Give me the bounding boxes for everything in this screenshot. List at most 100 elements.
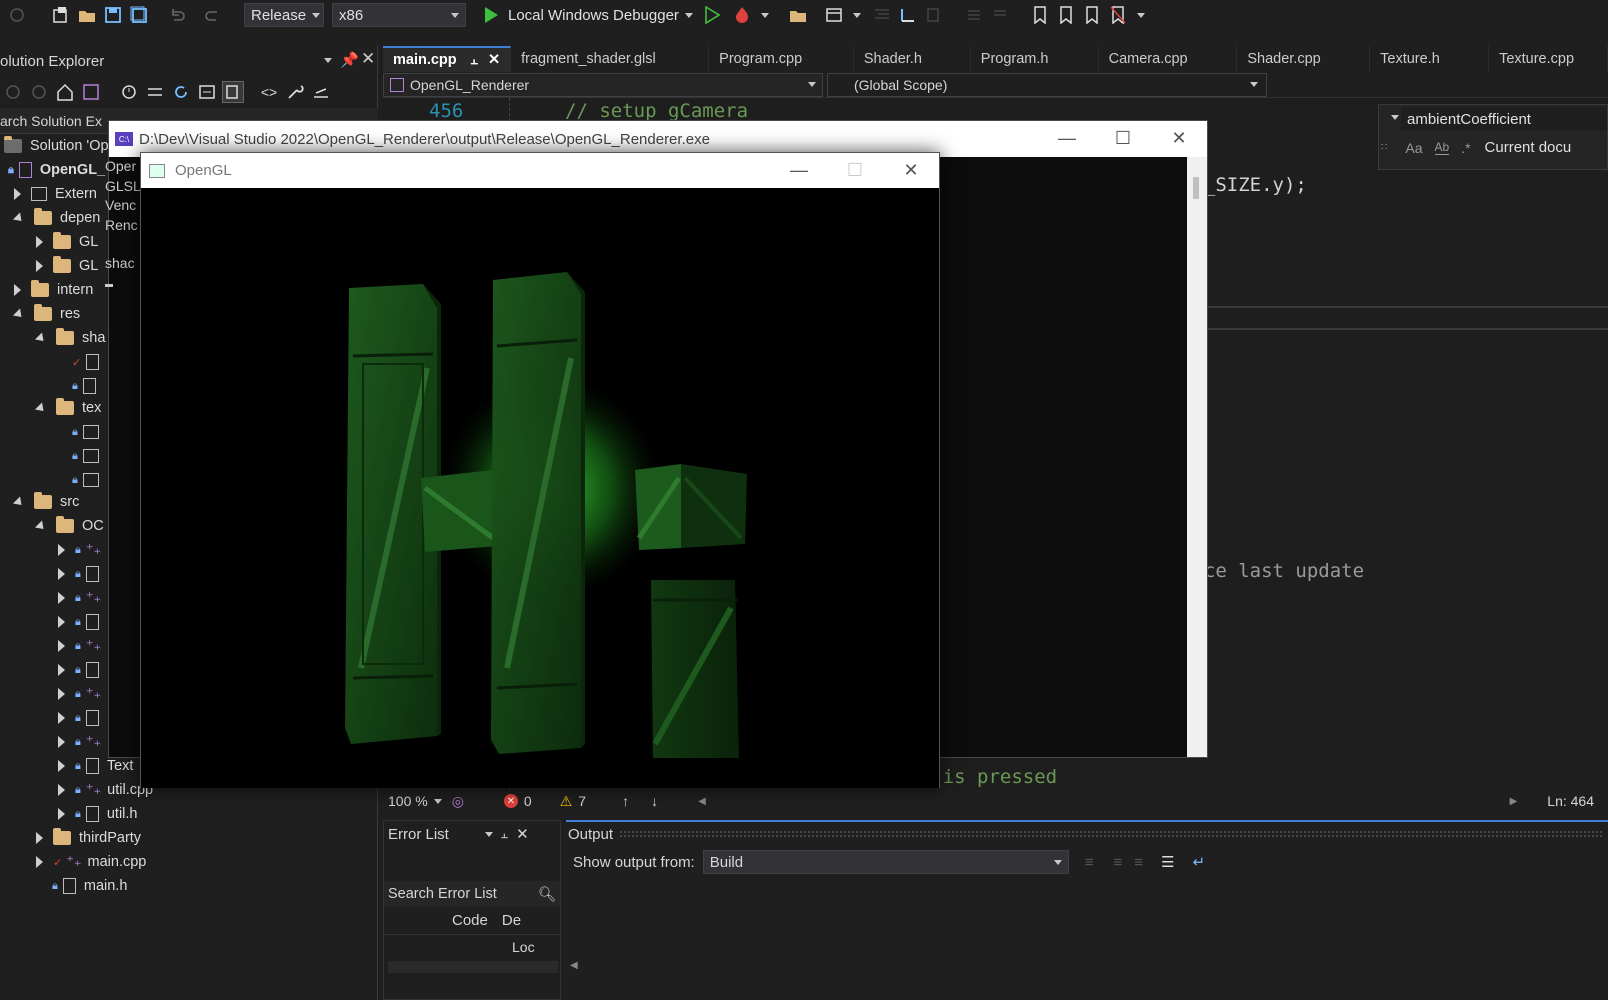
next-issue-icon[interactable]: ↓: [651, 793, 658, 809]
tree-item-main-cpp[interactable]: ✓ ⁺₊ main.cpp: [36, 850, 146, 874]
pin-icon[interactable]: ⫠: [471, 53, 478, 68]
expand-replace-caret[interactable]: [1391, 115, 1399, 120]
tree-item-util-cpp[interactable]: 🔒︎ ⁺₊ util.cpp: [58, 778, 153, 802]
preview-icon[interactable]: [310, 81, 332, 103]
expand-arrow-icon[interactable]: [58, 568, 65, 580]
opengl-titlebar[interactable]: OpenGL — ☐ ✕: [141, 153, 939, 188]
clear-all-icon[interactable]: ☰: [1161, 853, 1174, 871]
tree-header-file[interactable]: 🔒︎: [58, 610, 107, 634]
tree-header-file[interactable]: 🔒︎: [58, 658, 107, 682]
local-debugger-button[interactable]: Local Windows Debugger: [508, 7, 693, 24]
hot-reload-caret[interactable]: [760, 12, 769, 18]
expand-arrow-icon[interactable]: [58, 688, 65, 700]
expand-arrow-icon[interactable]: [58, 760, 65, 772]
tree-header-file[interactable]: 🔒︎: [58, 562, 107, 586]
undo-icon[interactable]: [166, 4, 188, 26]
comment-icon[interactable]: [963, 4, 985, 26]
drag-handle-icon[interactable]: ∷: [1381, 142, 1387, 153]
tree-item-external[interactable]: Extern: [14, 182, 97, 206]
column-header-code[interactable]: Code: [452, 912, 488, 929]
match-case-toggle[interactable]: Aa: [1405, 140, 1422, 156]
find-input[interactable]: ambientCoefficient: [1401, 107, 1607, 131]
clear-bookmarks-icon[interactable]: [1107, 4, 1129, 26]
expand-arrow-icon[interactable]: [58, 616, 65, 628]
tree-item-gl-1[interactable]: GL: [36, 230, 98, 254]
close-button[interactable]: ✕: [1151, 121, 1207, 156]
collapse-all-icon[interactable]: [196, 81, 218, 103]
error-count[interactable]: 0: [524, 793, 532, 809]
redo-icon[interactable]: [202, 4, 224, 26]
expand-arrow-icon[interactable]: [58, 592, 65, 604]
layout-caret[interactable]: [852, 12, 861, 18]
uncomment-icon[interactable]: [989, 4, 1011, 26]
error-search-input[interactable]: Search Error List 🔍︎: [384, 881, 560, 907]
tree-source-file[interactable]: 🔒︎ ⁺₊: [58, 586, 101, 610]
tree-source-file[interactable]: 🔒︎ ⁺₊: [58, 634, 101, 658]
save-icon[interactable]: [102, 4, 124, 26]
tree-item-main-h[interactable]: 🔒︎ main.h: [52, 874, 127, 898]
bookmark-icon[interactable]: [1029, 4, 1051, 26]
column-header-description[interactable]: De: [502, 912, 521, 929]
scroll-left-icon[interactable]: ◀: [570, 960, 578, 971]
tab-shader-cpp[interactable]: Shader.cpp: [1237, 46, 1371, 72]
sync-icon[interactable]: [144, 81, 166, 103]
next-message-icon[interactable]: ≡: [1134, 854, 1143, 871]
expand-arrow-icon[interactable]: [58, 736, 65, 748]
code-view-icon[interactable]: <>: [258, 81, 280, 103]
tree-item-dependencies[interactable]: depen: [12, 206, 100, 230]
zoom-caret[interactable]: [433, 798, 442, 804]
minimize-button[interactable]: —: [1039, 121, 1095, 156]
tree-item-opengl[interactable]: OC: [34, 514, 104, 538]
column-header-location[interactable]: Loc: [512, 939, 535, 955]
prev-bookmark-icon[interactable]: [1055, 4, 1077, 26]
tree-image-row[interactable]: 🔒︎: [72, 444, 107, 468]
format-icon[interactable]: [871, 4, 893, 26]
panel-options-caret[interactable]: [324, 58, 332, 63]
minimize-button[interactable]: —: [771, 153, 827, 188]
tree-item-util-h[interactable]: 🔒︎ util.h: [58, 802, 138, 826]
horizontal-scrollbar[interactable]: [716, 797, 1500, 805]
tree-item-gl-2[interactable]: GL: [36, 254, 98, 278]
health-icon[interactable]: ◎: [452, 793, 464, 810]
tree-item-src[interactable]: src: [12, 490, 79, 514]
tree-image-row[interactable]: 🔒︎: [72, 468, 107, 492]
close-icon[interactable]: ✕: [361, 49, 375, 69]
home-icon[interactable]: [54, 81, 76, 103]
expand-arrow-icon[interactable]: [36, 856, 43, 868]
console-scrollbar[interactable]: [1187, 157, 1207, 757]
tree-file-row[interactable]: ✓: [72, 350, 107, 374]
regex-icon[interactable]: .*: [1461, 140, 1470, 156]
match-word-toggle[interactable]: Ab: [1434, 140, 1450, 155]
panel-options-caret[interactable]: [484, 831, 493, 837]
expand-arrow-icon[interactable]: [58, 664, 65, 676]
tree-project[interactable]: 🔒︎ OpenGL_: [8, 158, 105, 182]
opengl-render-canvas[interactable]: [141, 188, 939, 788]
tree-source-file[interactable]: 🔒︎ ⁺₊: [58, 682, 101, 706]
output-source-dropdown[interactable]: Build: [702, 850, 1069, 874]
layout-icon[interactable]: [823, 4, 845, 26]
platform-dropdown[interactable]: x86: [332, 3, 466, 27]
next-bookmark-icon[interactable]: [1081, 4, 1103, 26]
project-scope-dropdown[interactable]: OpenGL_Renderer: [383, 72, 823, 97]
tree-source-file[interactable]: 🔒︎ ⁺₊: [58, 730, 101, 754]
expand-arrow-icon[interactable]: [58, 784, 65, 796]
maximize-button[interactable]: ☐: [827, 153, 883, 188]
tree-item-thirdparty[interactable]: thirdParty: [36, 826, 141, 850]
properties-icon[interactable]: [284, 81, 306, 103]
expand-arrow-icon[interactable]: [36, 236, 43, 248]
collapse-arrow-icon[interactable]: [34, 519, 48, 533]
tree-header-file[interactable]: 🔒︎: [58, 706, 107, 730]
tree-file-row[interactable]: 🔒︎: [72, 374, 104, 398]
collapse-arrow-icon[interactable]: [34, 401, 48, 415]
open-folder-icon[interactable]: [76, 4, 98, 26]
search-icon[interactable]: 🔍︎: [538, 886, 556, 903]
tab-main-cpp[interactable]: main.cpp ⫠ ✕: [383, 46, 512, 72]
tree-item-shaders[interactable]: sha: [34, 326, 105, 350]
step-icon[interactable]: [897, 4, 919, 26]
prev-issue-icon[interactable]: ↑: [622, 793, 629, 809]
forward-icon[interactable]: [28, 81, 50, 103]
collapse-arrow-icon[interactable]: [34, 331, 48, 345]
indent-icon[interactable]: [923, 4, 945, 26]
pin-icon[interactable]: 📌: [340, 51, 359, 69]
expand-arrow-icon[interactable]: [14, 188, 21, 200]
